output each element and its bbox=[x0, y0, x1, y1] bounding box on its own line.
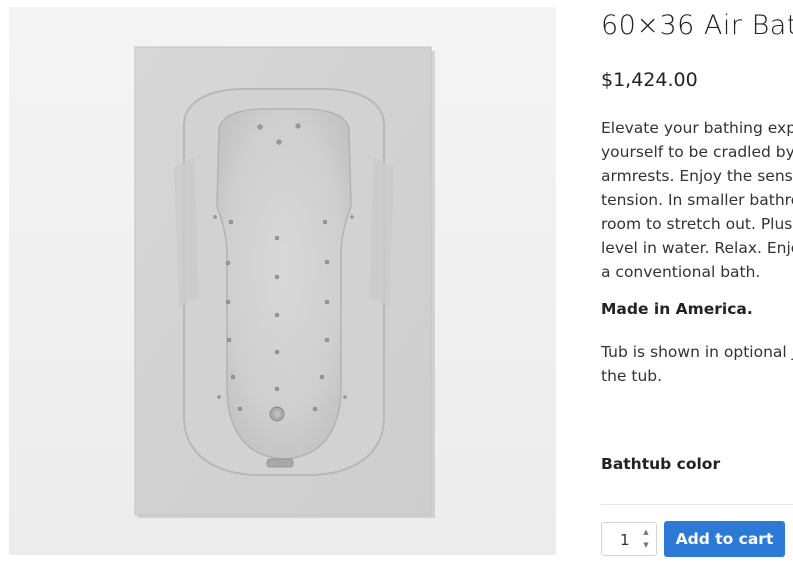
product-note: Tub is shown in optional je the tub. bbox=[601, 340, 793, 388]
bathtub-image bbox=[134, 46, 435, 518]
product-page: 60×36 Air Bath $1,424.00 Elevate your ba… bbox=[0, 0, 793, 572]
increment-icon[interactable]: ▲ bbox=[643, 528, 648, 537]
divider bbox=[601, 504, 793, 505]
decrement-icon[interactable]: ▼ bbox=[643, 541, 648, 550]
description-line: tension. In smaller bathro bbox=[601, 191, 793, 209]
bathtub-color-label: Bathtub color bbox=[601, 455, 721, 473]
description-line: armrests. Enjoy the sensa bbox=[601, 167, 793, 185]
description-line: room to stretch out. Plus, bbox=[601, 215, 793, 233]
add-to-cart-button[interactable]: Add to cart bbox=[664, 521, 785, 557]
quantity-spinner[interactable]: ▲ ▼ bbox=[640, 528, 652, 550]
product-price: $1,424.00 bbox=[601, 69, 698, 91]
note-line: Tub is shown in optional je bbox=[601, 343, 793, 361]
product-description: Elevate your bathing expe yourself to be… bbox=[601, 116, 793, 284]
description-line: Elevate your bathing expe bbox=[601, 119, 793, 137]
description-line: level in water. Relax. Enjoy bbox=[601, 239, 793, 257]
product-title: 60×36 Air Bath bbox=[601, 10, 793, 41]
description-line: a conventional bath. bbox=[601, 263, 761, 281]
description-line: yourself to be cradled by t bbox=[601, 143, 793, 161]
quantity-value[interactable]: 1 bbox=[620, 531, 630, 549]
note-line: the tub. bbox=[601, 367, 663, 385]
quantity-stepper[interactable]: 1 ▲ ▼ bbox=[601, 522, 657, 556]
made-in-label: Made in America. bbox=[601, 300, 753, 318]
product-image[interactable] bbox=[9, 7, 556, 555]
product-summary: 60×36 Air Bath $1,424.00 Elevate your ba… bbox=[601, 0, 793, 572]
